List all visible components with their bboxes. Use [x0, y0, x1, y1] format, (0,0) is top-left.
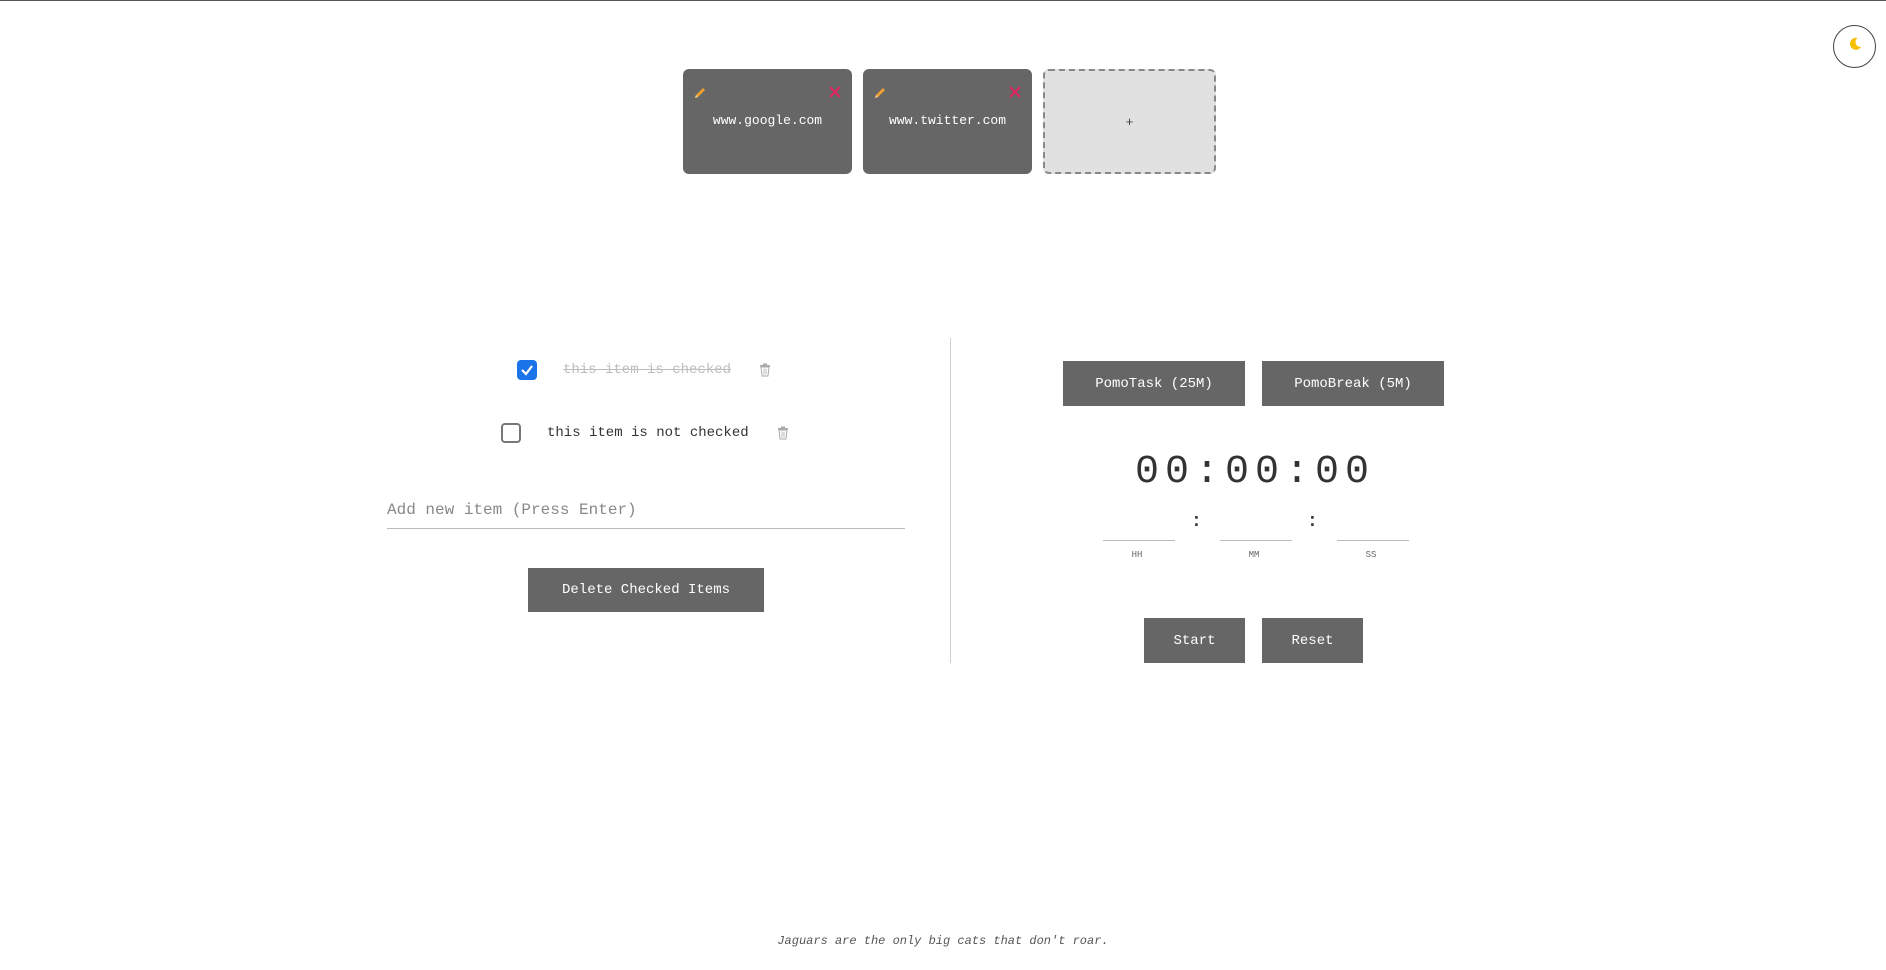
todo-text: this item is checked [563, 362, 732, 378]
pomotask-button[interactable]: PomoTask (25M) [1063, 361, 1245, 406]
shortcut-url[interactable]: www.google.com [683, 113, 852, 128]
seconds-label: SS [1365, 550, 1377, 560]
delete-checked-button[interactable]: Delete Checked Items [528, 568, 764, 612]
minutes-input[interactable] [1220, 516, 1292, 541]
todo-text: this item is not checked [547, 425, 749, 441]
time-separator: : [1307, 512, 1318, 532]
trash-icon[interactable] [777, 426, 789, 440]
seconds-input[interactable] [1337, 516, 1409, 541]
pomobreak-button[interactable]: PomoBreak (5M) [1262, 361, 1444, 406]
timer-display: 00:00:00 [1134, 450, 1376, 495]
minutes-label: MM [1248, 550, 1260, 560]
theme-toggle-button[interactable] [1833, 25, 1876, 68]
checkmark-icon [521, 365, 533, 376]
moon-icon [1847, 36, 1863, 57]
todo-checkbox[interactable] [517, 360, 537, 380]
new-todo-input[interactable] [387, 492, 905, 529]
hours-label: HH [1131, 550, 1143, 560]
todo-checkbox[interactable] [501, 423, 521, 443]
trash-icon[interactable] [759, 363, 771, 377]
pencil-icon[interactable] [693, 86, 707, 100]
todo-item: this item is checked [517, 360, 771, 380]
close-icon[interactable] [1008, 85, 1022, 99]
section-divider [950, 338, 951, 663]
todo-item: this item is not checked [501, 423, 789, 443]
shortcut-card[interactable]: www.google.com [683, 69, 852, 174]
time-separator: : [1191, 512, 1202, 532]
fun-fact: Jaguars are the only big cats that don't… [777, 934, 1109, 948]
shortcut-url[interactable]: www.twitter.com [863, 113, 1032, 128]
pencil-icon[interactable] [873, 86, 887, 100]
add-shortcut-button[interactable]: + [1043, 69, 1216, 174]
start-button[interactable]: Start [1144, 618, 1245, 663]
reset-button[interactable]: Reset [1262, 618, 1363, 663]
top-border [0, 0, 1886, 1]
plus-icon: + [1125, 115, 1134, 130]
shortcut-card[interactable]: www.twitter.com [863, 69, 1032, 174]
close-icon[interactable] [828, 85, 842, 99]
hours-input[interactable] [1103, 516, 1175, 541]
